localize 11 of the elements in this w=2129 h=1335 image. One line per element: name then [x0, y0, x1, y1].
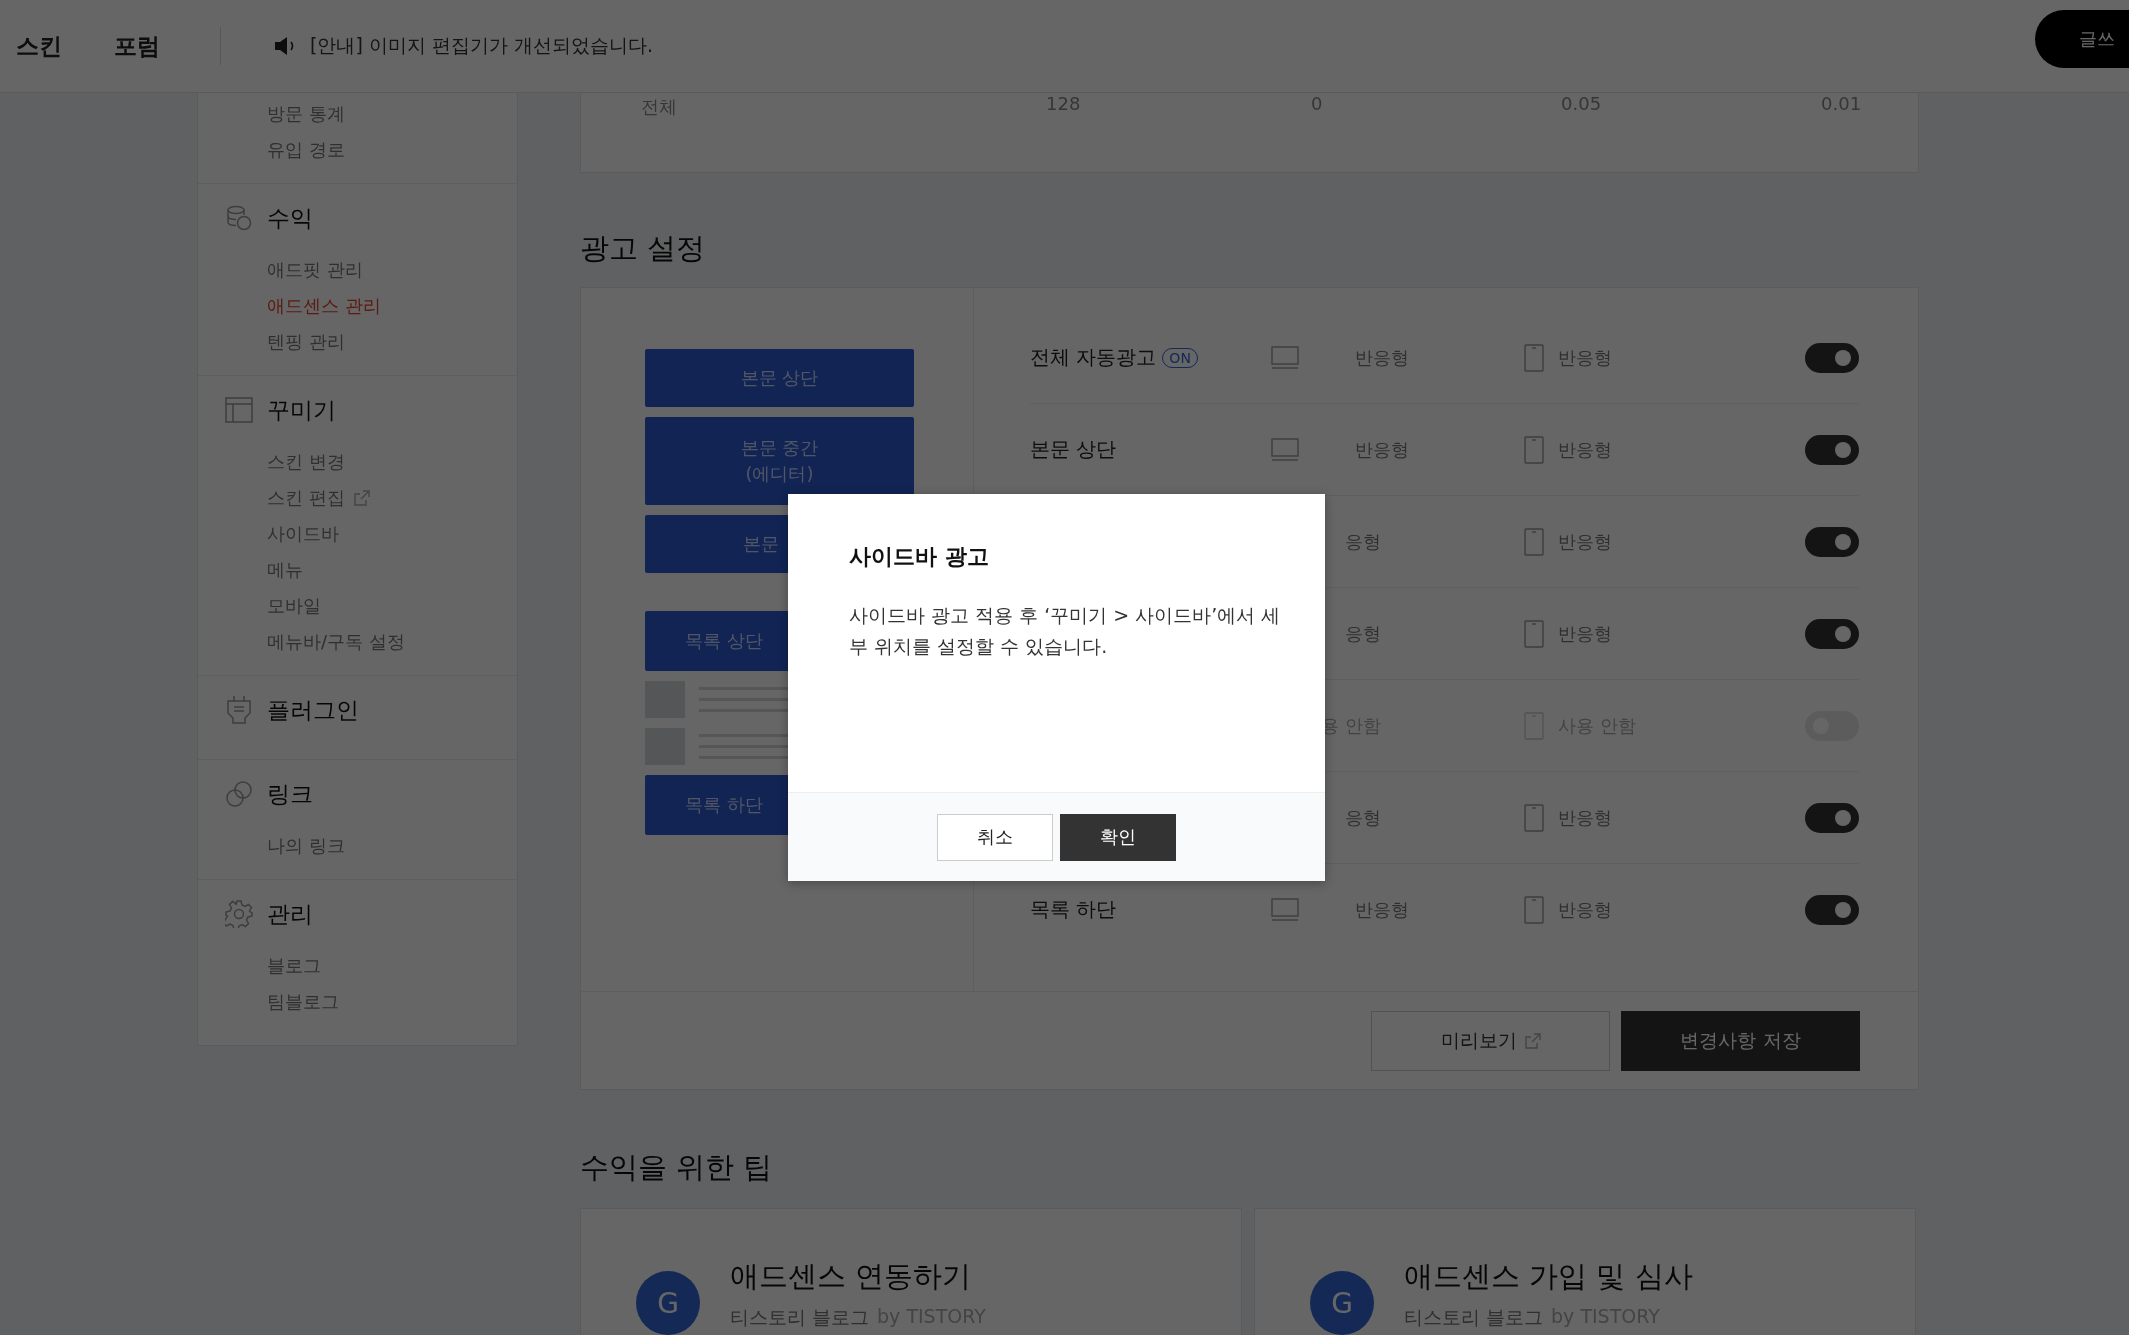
row-label: 본문 상단	[1030, 436, 1117, 463]
dialog-message: 사이드바 광고 적용 후 ‘꾸미기 > 사이드바’에서 세부 위치를 설정할 수 있습니다.	[849, 603, 1282, 659]
avatar-badge: G	[636, 1271, 700, 1335]
tip-title: 애드센스 가입 및 심사	[1404, 1258, 1693, 1295]
section-heading: 수익을 위한 팁	[580, 1149, 774, 1186]
row-label: 전체 자동광고	[1030, 344, 1157, 371]
tip-title: 애드센스 연동하기	[730, 1258, 973, 1295]
avatar-badge: G	[1310, 1271, 1374, 1335]
dialog-title: 사이드바 광고	[849, 543, 990, 571]
row-label: 목록 하단	[1030, 896, 1117, 923]
section-heading: 광고 설정	[580, 230, 707, 267]
